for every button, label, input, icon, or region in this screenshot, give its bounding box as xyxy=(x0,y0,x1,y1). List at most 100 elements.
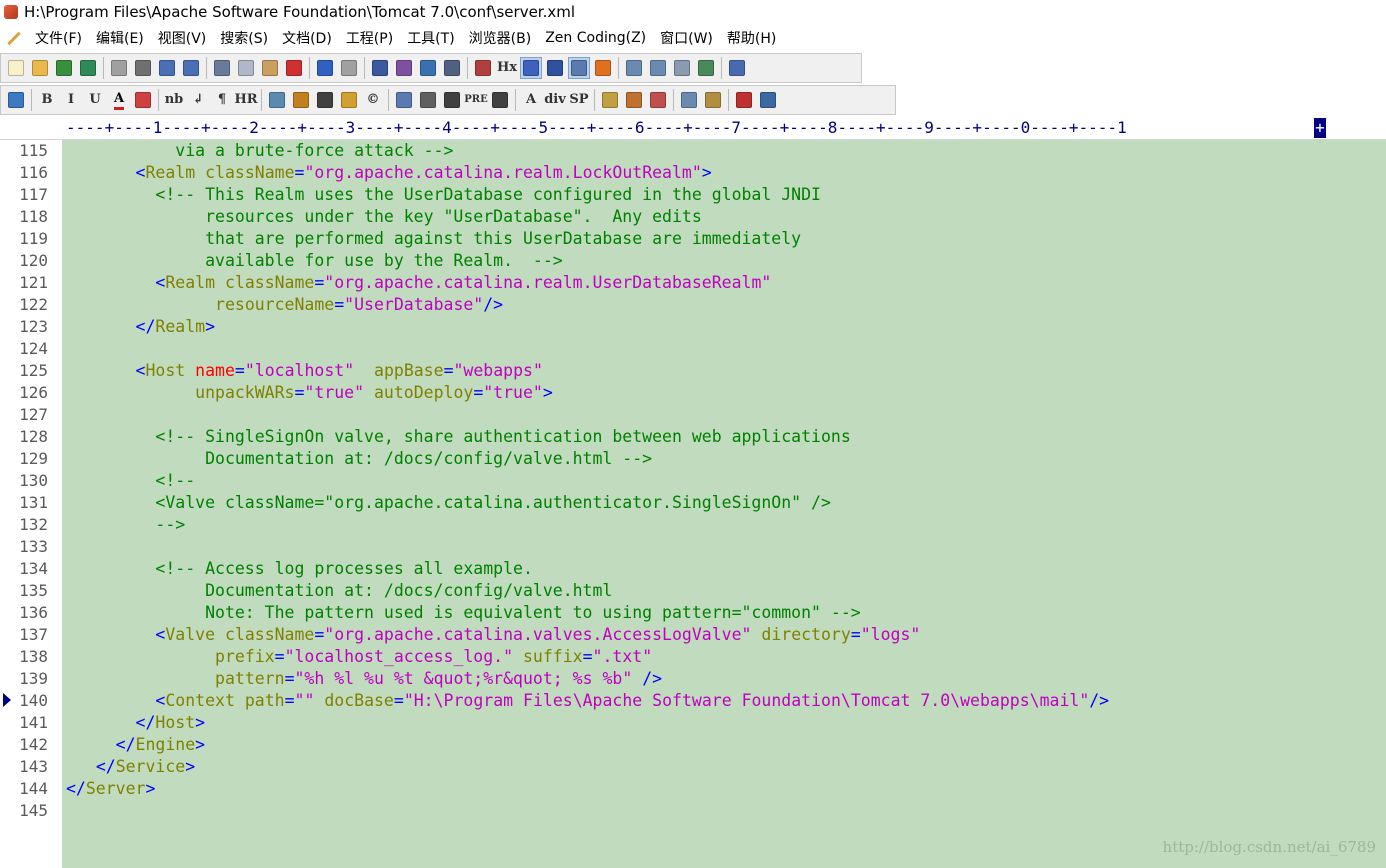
panel-list-button[interactable] xyxy=(647,57,669,79)
note-button[interactable] xyxy=(599,89,621,111)
heading-button[interactable]: Hx xyxy=(496,57,518,79)
code-line[interactable]: <!-- xyxy=(66,470,195,492)
font-tag-button[interactable]: A xyxy=(520,89,542,111)
check-button[interactable] xyxy=(592,57,614,79)
menu-item-2[interactable]: 视图(V) xyxy=(151,28,214,48)
copy-button[interactable] xyxy=(235,57,257,79)
code-line[interactable]: <!-- Access log processes all example. xyxy=(66,558,533,580)
code-line[interactable]: <Context path="" docBase="H:\Program Fil… xyxy=(66,690,1109,712)
line-break-button[interactable] xyxy=(544,57,566,79)
panel-left-icon xyxy=(626,60,642,76)
indent-button[interactable] xyxy=(441,57,463,79)
new-file-button[interactable] xyxy=(5,57,27,79)
hr-button[interactable]: HR xyxy=(234,89,257,111)
italic-button[interactable]: I xyxy=(60,89,82,111)
underline-button[interactable]: U xyxy=(84,89,106,111)
code-line[interactable]: <Host name="localhost" appBase="webapps" xyxy=(66,360,543,382)
code-line[interactable]: available for use by the Realm. --> xyxy=(66,250,563,272)
help-button[interactable] xyxy=(726,57,748,79)
menu-item-6[interactable]: 工具(T) xyxy=(400,28,461,48)
code-line[interactable]: pattern="%h %l %u %t &quot;%r&quot; %s %… xyxy=(66,668,662,690)
coffee-button[interactable] xyxy=(623,89,645,111)
redo-button[interactable] xyxy=(338,57,360,79)
code-line[interactable]: resources under the key "UserDatabase". … xyxy=(66,206,702,228)
menu-item-9[interactable]: 窗口(W) xyxy=(653,28,720,48)
find-button[interactable] xyxy=(369,57,391,79)
menu-item-7[interactable]: 浏览器(B) xyxy=(462,28,539,48)
goto-button[interactable] xyxy=(417,57,439,79)
menu-item-3[interactable]: 搜索(S) xyxy=(213,28,275,48)
bold-button[interactable]: B xyxy=(36,89,58,111)
paste-button[interactable] xyxy=(259,57,281,79)
code-line[interactable]: </Host> xyxy=(66,712,206,734)
font-color-button[interactable]: A xyxy=(108,89,130,111)
code-line[interactable]: that are performed against this UserData… xyxy=(66,228,801,250)
code-line[interactable]: Documentation at: /docs/config/valve.htm… xyxy=(66,448,652,470)
menu-item-5[interactable]: 工程(P) xyxy=(339,28,400,48)
save-button[interactable] xyxy=(53,57,75,79)
paragraph-button[interactable]: ¶ xyxy=(211,89,233,111)
code-line[interactable]: Note: The pattern used is equivalent to … xyxy=(66,602,861,624)
menu-item-4[interactable]: 文档(D) xyxy=(275,28,339,48)
undo-button[interactable] xyxy=(314,57,336,79)
code-line[interactable]: <Realm className="org.apache.catalina.re… xyxy=(66,272,771,294)
code-line[interactable]: unpackWARs="true" autoDeploy="true"> xyxy=(66,382,553,404)
code-line[interactable]: <Valve className="org.apache.catalina.au… xyxy=(66,492,831,514)
code-line[interactable]: via a brute-force attack --> xyxy=(66,140,453,162)
word-wrap-button[interactable] xyxy=(520,57,542,79)
font-size-button[interactable] xyxy=(472,57,494,79)
print-preview-button[interactable] xyxy=(108,57,130,79)
menu-item-1[interactable]: 编辑(E) xyxy=(89,28,151,48)
code-line[interactable]: </Service> xyxy=(66,756,195,778)
line-number-gutter[interactable]: 115 116 117 118 119 120 121 122 123 124 125 126 127 1… xyxy=(0,140,62,868)
print-button[interactable] xyxy=(132,57,154,79)
layout-list-button[interactable] xyxy=(702,89,724,111)
code-line[interactable]: <Realm className="org.apache.catalina.re… xyxy=(66,162,712,184)
window-button[interactable] xyxy=(757,89,779,111)
users-button[interactable] xyxy=(647,89,669,111)
panel-left-button[interactable] xyxy=(623,57,645,79)
layout-button[interactable] xyxy=(678,89,700,111)
code-line[interactable]: prefix="localhost_access_log." suffix=".… xyxy=(66,646,652,668)
color-picker-button[interactable] xyxy=(733,89,755,111)
br-button[interactable]: ↲ xyxy=(187,89,209,111)
form-button[interactable] xyxy=(417,89,439,111)
edit-tag-button[interactable] xyxy=(338,89,360,111)
code-line[interactable]: Documentation at: /docs/config/valve.htm… xyxy=(66,580,612,602)
code-editor[interactable]: via a brute-force attack --> <Realm clas… xyxy=(62,140,1386,868)
refresh-button[interactable] xyxy=(180,57,202,79)
code-line[interactable]: resourceName="UserDatabase"/> xyxy=(66,294,503,316)
menu-item-10[interactable]: 帮助(H) xyxy=(720,28,783,48)
delete-button[interactable] xyxy=(283,57,305,79)
menu-item-8[interactable]: Zen Coding(Z) xyxy=(538,30,653,46)
span-button[interactable]: SP xyxy=(568,89,590,111)
code-line[interactable]: <!-- This Realm uses the UserDatabase co… xyxy=(66,184,821,206)
pre-button[interactable]: PRE xyxy=(464,89,487,111)
anchor-button[interactable] xyxy=(290,89,312,111)
code-line[interactable]: </Engine> xyxy=(66,734,205,756)
center-button[interactable] xyxy=(441,89,463,111)
div-button[interactable]: div xyxy=(544,89,566,111)
browser-button[interactable] xyxy=(5,89,27,111)
cut-button[interactable] xyxy=(211,57,233,79)
code-line[interactable]: </Server> xyxy=(66,778,155,800)
menu-item-0[interactable]: 文件(F) xyxy=(28,28,89,48)
save-all-button[interactable] xyxy=(77,57,99,79)
code-line[interactable]: --> xyxy=(66,514,185,536)
copyright-button[interactable]: © xyxy=(362,89,384,111)
replace-button[interactable] xyxy=(393,57,415,79)
image-button[interactable] xyxy=(266,89,288,111)
open-folder-button[interactable] xyxy=(29,57,51,79)
code-line[interactable]: <!-- SingleSignOn valve, share authentic… xyxy=(66,426,850,448)
list-button[interactable] xyxy=(489,89,511,111)
code-line[interactable]: </Realm> xyxy=(66,316,215,338)
nbsp-button[interactable]: nb xyxy=(163,89,185,111)
panel-window-button[interactable] xyxy=(695,57,717,79)
spellcheck-button[interactable] xyxy=(156,57,178,79)
color-grid-button[interactable] xyxy=(132,89,154,111)
hline-button[interactable] xyxy=(314,89,336,111)
table-button[interactable] xyxy=(393,89,415,111)
panel-doc-button[interactable] xyxy=(671,57,693,79)
code-line[interactable]: <Valve className="org.apache.catalina.va… xyxy=(66,624,920,646)
line-numbers-button[interactable] xyxy=(568,57,590,79)
